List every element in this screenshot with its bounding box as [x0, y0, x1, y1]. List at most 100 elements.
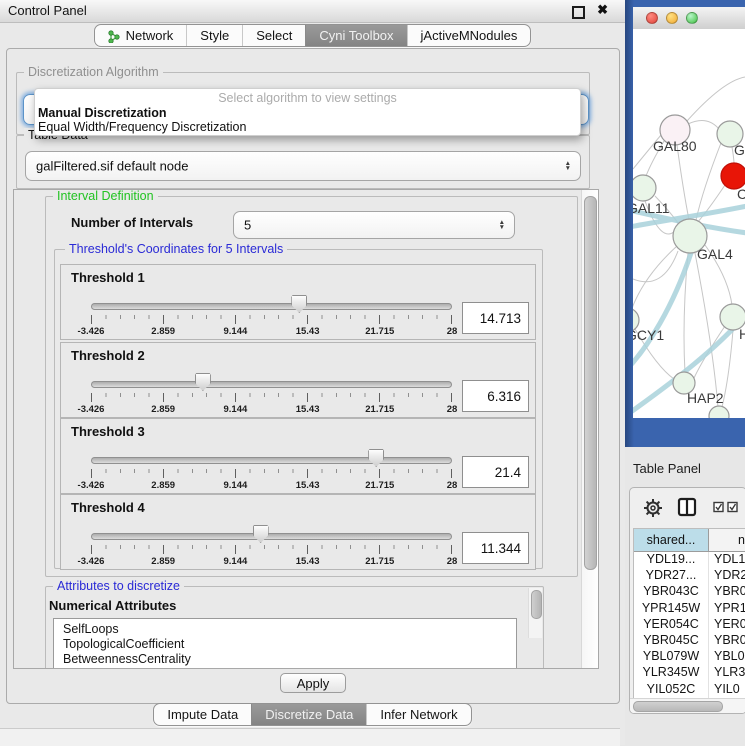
threshold-value-field[interactable]	[462, 302, 529, 334]
threshold-value-field[interactable]	[462, 532, 529, 564]
table-cell[interactable]: YIL0	[709, 682, 745, 698]
attribute-list-item[interactable]: TopologicalCoefficient	[54, 637, 516, 652]
threshold-value-field[interactable]	[462, 380, 529, 412]
close-icon[interactable]	[646, 12, 658, 24]
network-canvas[interactable]: GAL80 G. C GAL11 GAL4 GCY1 H HAP2	[633, 29, 745, 418]
table-data-combobox[interactable]: galFiltered.sif default node ▲▼	[25, 151, 581, 181]
algorithm-dropdown-popup: Select algorithm to view settings Manual…	[34, 88, 581, 136]
threshold-slider[interactable]: -3.4262.8599.14415.4321.71528	[91, 445, 452, 493]
table-cell[interactable]: YPR1	[709, 601, 745, 617]
table-cell[interactable]: YDL19...	[634, 552, 709, 568]
tick-label: 9.144	[224, 404, 248, 415]
table-cell[interactable]: YBL0	[709, 649, 745, 665]
threshold-row: Threshold 1 -3.4262.8599.14415.4321.7152…	[60, 264, 536, 340]
dropdown-option-equal-width[interactable]: Equal Width/Frequency Discretization	[35, 120, 580, 134]
horizontal-scrollbar[interactable]	[630, 698, 745, 713]
network-graph-icon	[108, 29, 121, 43]
threshold-value-field[interactable]	[462, 456, 529, 488]
table-cell[interactable]: YDR2	[709, 568, 745, 584]
tab-label: Infer Network	[380, 704, 457, 725]
table-row[interactable]: YBR045CYBR0	[634, 633, 745, 649]
column-header-shared-name[interactable]: shared...	[634, 529, 709, 551]
dropdown-prompt: Select algorithm to view settings	[35, 91, 580, 106]
table-cell[interactable]: YBR0	[709, 633, 745, 649]
select-columns-icon[interactable]	[713, 501, 739, 513]
slider-tick-labels: -3.4262.8599.14415.4321.71528	[91, 326, 452, 338]
table-cell[interactable]: YBR043C	[634, 584, 709, 600]
threshold-label: Threshold 1	[71, 270, 145, 285]
group-title: Discretization Algorithm	[24, 65, 163, 79]
tick-label: 28	[447, 556, 458, 567]
slider-thumb[interactable]	[253, 525, 269, 543]
slider-track[interactable]	[91, 533, 452, 540]
attribute-list-item[interactable]: BetweennessCentrality	[54, 652, 516, 667]
attributes-group: Attributes to discretize Numerical Attri…	[45, 586, 544, 669]
table-cell[interactable]: YPR145W	[634, 601, 709, 617]
split-columns-icon[interactable]	[677, 497, 697, 517]
table-row[interactable]: YER054CYER0	[634, 617, 745, 633]
table-row[interactable]: YIL052CYIL0	[634, 682, 745, 698]
table-row[interactable]: YDL19...YDL1	[634, 552, 745, 568]
table-row[interactable]: YDR27...YDR2	[634, 568, 745, 584]
zoom-icon[interactable]	[686, 12, 698, 24]
scrollbar-thumb[interactable]	[531, 590, 542, 619]
gear-icon[interactable]	[642, 497, 664, 519]
table-cell[interactable]: YDL1	[709, 552, 745, 568]
table-cell[interactable]: YLR3	[709, 665, 745, 681]
dropdown-option-manual[interactable]: Manual Discretization	[35, 106, 580, 120]
threshold-slider[interactable]: -3.4262.8599.14415.4321.71528	[91, 369, 452, 417]
tab-cyni-toolbox[interactable]: Cyni Toolbox	[305, 25, 406, 46]
table-row[interactable]: YPR145WYPR1	[634, 601, 745, 617]
table-cell[interactable]: YBL079W	[634, 649, 709, 665]
tab-discretize-data[interactable]: Discretize Data	[251, 704, 366, 725]
node-gal11[interactable]	[633, 175, 656, 201]
tab-infer-network[interactable]: Infer Network	[366, 704, 470, 725]
minimize-icon[interactable]	[666, 12, 678, 24]
tab-select[interactable]: Select	[242, 25, 305, 46]
numerical-attributes-list[interactable]: SelfLoopsTopologicalCoefficientBetweenne…	[53, 618, 517, 669]
slider-thumb[interactable]	[195, 373, 211, 391]
list-scrollbar[interactable]	[528, 588, 542, 638]
scrollbar-thumb[interactable]	[584, 196, 597, 570]
threshold-slider[interactable]: -3.4262.8599.14415.4321.71528	[91, 521, 452, 569]
slider-tick-labels: -3.4262.8599.14415.4321.71528	[91, 480, 452, 492]
tab-group: Network Style Select Cyni Toolbox jActiv…	[94, 24, 532, 47]
tab-network[interactable]: Network	[95, 25, 187, 46]
node[interactable]	[709, 406, 729, 418]
table-body: YDL19...YDL1YDR27...YDR2YBR043CYBR0YPR14…	[634, 552, 745, 698]
slider-track[interactable]	[91, 381, 452, 388]
table-cell[interactable]: YLR345W	[634, 665, 709, 681]
float-window-icon[interactable]	[572, 6, 585, 19]
tick-label: 15.43	[296, 326, 320, 337]
num-intervals-combobox[interactable]: 5 ▲▼	[233, 211, 515, 239]
table-row[interactable]: YBL079WYBL0	[634, 649, 745, 665]
slider-thumb[interactable]	[368, 449, 384, 467]
table-cell[interactable]: YDR27...	[634, 568, 709, 584]
tab-label: jActiveMNodules	[421, 25, 518, 46]
vertical-scrollbar[interactable]	[581, 190, 598, 668]
table-cell[interactable]: YBR045C	[634, 633, 709, 649]
table-cell[interactable]: YIL052C	[634, 682, 709, 698]
apply-button[interactable]: Apply	[280, 673, 346, 693]
tab-impute-data[interactable]: Impute Data	[154, 704, 251, 725]
table-cell[interactable]: YBR0	[709, 584, 745, 600]
table-cell[interactable]: YER0	[709, 617, 745, 633]
tick-label: 15.43	[296, 556, 320, 567]
tab-label: Cyni Toolbox	[319, 25, 393, 46]
tick-label: 2.859	[151, 326, 175, 337]
close-icon[interactable]: ✖	[597, 2, 608, 18]
slider-track[interactable]	[91, 303, 452, 310]
table-cell[interactable]: YER054C	[634, 617, 709, 633]
table-row[interactable]: YLR345WYLR3	[634, 665, 745, 681]
attribute-list-item[interactable]: SelfLoops	[54, 622, 516, 637]
slider-thumb[interactable]	[291, 295, 307, 313]
column-header-name[interactable]: n	[709, 529, 745, 551]
tab-jactivemnodules[interactable]: jActiveMNodules	[407, 25, 531, 46]
threshold-label: Threshold 3	[71, 424, 145, 439]
scrollbar-thumb[interactable]	[633, 701, 723, 712]
slider-track[interactable]	[91, 457, 452, 464]
table-row[interactable]: YBR043CYBR0	[634, 584, 745, 600]
threshold-slider[interactable]: -3.4262.8599.14415.4321.71528	[91, 291, 452, 339]
combobox-value: 5	[244, 218, 251, 233]
tab-style[interactable]: Style	[186, 25, 242, 46]
